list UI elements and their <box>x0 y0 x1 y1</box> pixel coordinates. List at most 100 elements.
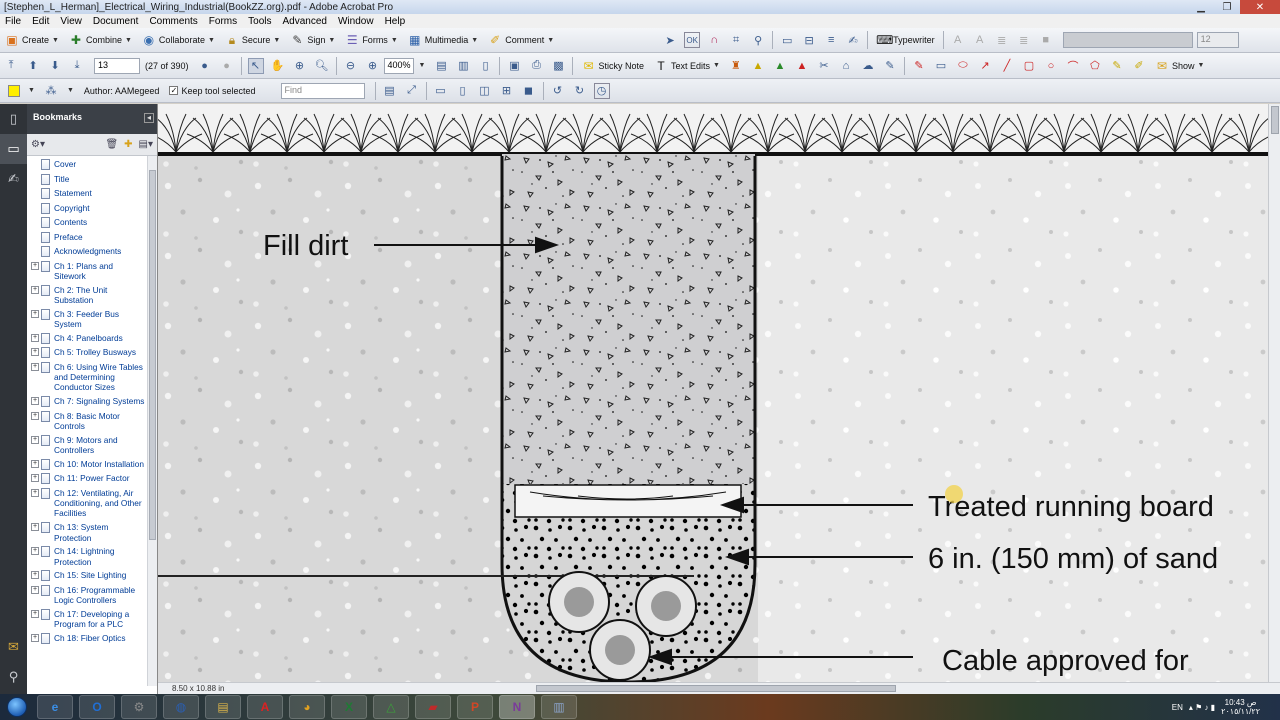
bookmarks-icon[interactable]: ▭ <box>0 134 27 164</box>
zoom-in-icon[interactable]: ⊕ <box>365 58 381 74</box>
menu-forms[interactable]: Forms <box>204 16 243 27</box>
scan-icon[interactable]: ▩ <box>550 58 566 74</box>
bookmark-item[interactable]: + Ch 15: Site Lighting <box>27 569 146 582</box>
menu-advanced[interactable]: Advanced <box>278 16 333 27</box>
signatures-icon[interactable]: ✍ <box>0 164 27 194</box>
bookmark-item[interactable]: Cover <box>27 158 146 171</box>
bookmark-item[interactable]: Copyright <box>27 202 146 215</box>
options-gear-icon[interactable]: ⚙▾ <box>31 139 45 150</box>
typewriter-button[interactable]: ⌨ Typewriter <box>871 30 940 50</box>
bookmark-item[interactable]: + Ch 12: Ventilating, Air Conditioning, a… <box>27 487 146 520</box>
bookmark-item[interactable]: + Ch 11: Power Factor <box>27 472 146 485</box>
layout-icon-6[interactable]: ⊞ <box>499 83 515 99</box>
underline-icon[interactable]: ▲ <box>772 58 788 74</box>
layout-icon-4[interactable]: ▯ <box>455 83 471 99</box>
taskbar-app-reader-icon[interactable]: ▰ <box>415 695 451 719</box>
bookmark-item[interactable]: Title <box>27 173 146 186</box>
minimize-button[interactable]: ▁ <box>1188 0 1214 14</box>
taskbar-app-powerpoint-icon[interactable]: P <box>457 695 493 719</box>
expand-icon[interactable]: + <box>31 333 39 342</box>
zoom-dropdown-icon[interactable]: ▼ <box>414 56 431 76</box>
color-dropdown-icon[interactable]: ▼ <box>23 81 40 101</box>
expand-icon[interactable]: + <box>31 571 39 580</box>
select-arrow-icon[interactable]: ↖ <box>247 57 264 74</box>
rotate-left-icon[interactable]: ↺ <box>550 83 566 99</box>
bookmark-item[interactable]: + Ch 2: The Unit Substation <box>27 284 146 307</box>
bookmark-item[interactable]: Contents <box>27 216 146 229</box>
show-button[interactable]: ✉ Show ▼ <box>1150 56 1209 76</box>
expand-icon[interactable]: + <box>31 261 39 270</box>
arrow-tool-icon[interactable]: ↗ <box>977 58 993 74</box>
expand-icon[interactable]: + <box>31 411 39 420</box>
comment-button[interactable]: ✐ Comment ▼ <box>483 30 559 50</box>
secure-button[interactable]: 🔒︎ Secure ▼ <box>220 30 285 50</box>
taskbar-app-onenote-icon[interactable]: N <box>499 695 535 719</box>
pencil2-icon[interactable]: ✎ <box>1109 58 1125 74</box>
taskbar-app-triangle-icon[interactable]: △ <box>373 695 409 719</box>
bookmark-item[interactable]: + Ch 17: Developing a Program for a PLC <box>27 608 146 631</box>
expand-icon[interactable]: + <box>31 362 39 371</box>
expand-icon[interactable]: + <box>31 585 39 594</box>
taskbar-app-ie-icon[interactable]: e <box>37 695 73 719</box>
sign-button[interactable]: ✎ Sign ▼ <box>285 30 340 50</box>
bookmark-item[interactable]: + Ch 9: Motors and Controllers <box>27 434 146 457</box>
polyline-tool-icon[interactable]: ⌒ <box>1065 58 1081 74</box>
vertical-scrollbar[interactable] <box>1268 104 1280 682</box>
collapse-panel-icon[interactable]: ◂ <box>144 113 154 123</box>
font-name-field[interactable] <box>1062 32 1193 48</box>
opacity-icon[interactable]: ⁂ <box>43 83 59 99</box>
bookmark-item[interactable]: + Ch 1: Plans and Sitework <box>27 260 146 283</box>
bookmark-item[interactable]: + Ch 13: System Protection <box>27 521 146 544</box>
keep-tool-checkbox[interactable]: ✓ Keep tool selected <box>164 81 260 101</box>
line-tool-icon[interactable]: ╱ <box>999 58 1015 74</box>
bookmark-item[interactable]: + Ch 16: Programmable Logic Controllers <box>27 584 146 607</box>
layout-icon-5[interactable]: ◫ <box>477 83 493 99</box>
taskbar-app-acrobat-icon[interactable]: A <box>247 695 283 719</box>
expand-icon[interactable]: + <box>31 309 39 318</box>
menu-window[interactable]: Window <box>333 16 380 27</box>
taskbar-app-chrome-icon[interactable]: ◕ <box>289 695 325 719</box>
prev-page-icon[interactable]: ⬆ <box>25 58 41 74</box>
pages-icon[interactable]: ▯ <box>0 104 27 134</box>
expand-icon[interactable]: + <box>31 523 39 532</box>
bookmark-item[interactable]: + Ch 5: Trolley Busways <box>27 346 146 359</box>
maximize-button[interactable]: ❐ <box>1214 0 1240 14</box>
layout-icon-7[interactable]: ◼ <box>521 83 537 99</box>
clock[interactable]: 10:43 ص ٢٠١٥/١١/٢٢ <box>1221 698 1260 716</box>
menu-tools[interactable]: Tools <box>243 16 277 27</box>
expand-bookmark-icon[interactable]: ▤▾ <box>139 139 153 150</box>
document-view[interactable]: Fill dirt Treated running board 6 in. (1… <box>158 104 1268 682</box>
polygon-tool-icon[interactable]: ⬠ <box>1087 58 1103 74</box>
horizontal-scrollbar[interactable]: 8.50 x 10.88 in <box>158 682 1280 694</box>
taskbar-app-excel-icon[interactable]: X <box>331 695 367 719</box>
bookmark-item[interactable]: + Ch 14: Lightning Protection <box>27 545 146 568</box>
attach-icon[interactable]: ⚲ <box>750 32 766 48</box>
expand-icon[interactable]: + <box>31 397 39 406</box>
expand-icon[interactable]: + <box>31 435 39 444</box>
multimedia-button[interactable]: ▦ Multimedia ▼ <box>403 30 483 50</box>
textfield-icon[interactable]: ▭ <box>779 32 795 48</box>
strikeout-icon[interactable]: ▲ <box>794 58 810 74</box>
rotate-right-icon[interactable]: ↻ <box>572 83 588 99</box>
create-button[interactable]: ▣ Create ▼ <box>0 30 64 50</box>
list-icon[interactable]: ≡ <box>823 32 839 48</box>
eraser-icon[interactable]: ✐ <box>1131 58 1147 74</box>
collaborate-button[interactable]: ◉ Collaborate ▼ <box>137 30 220 50</box>
oval-icon[interactable]: ⬭ <box>955 58 971 74</box>
menu-file[interactable]: File <box>0 16 27 27</box>
taskbar-app-tool-icon[interactable]: ⚙ <box>121 695 157 719</box>
attach-file-icon[interactable]: ✎ <box>882 58 898 74</box>
ok-icon[interactable]: OK <box>684 32 701 48</box>
expand-icon[interactable]: + <box>31 610 39 619</box>
zoom-out-icon[interactable]: ⊖ <box>343 58 359 74</box>
taskbar-app-notepad-icon[interactable]: ▥ <box>541 695 577 719</box>
stamp-icon[interactable]: ♜ <box>728 58 744 74</box>
layout-icon-2[interactable]: ⤢ <box>404 83 420 99</box>
bookmark-item[interactable]: Preface <box>27 231 146 244</box>
pencil-icon[interactable]: ✎ <box>911 58 927 74</box>
bookmark-item[interactable]: + Ch 3: Feeder Bus System <box>27 308 146 331</box>
menu-edit[interactable]: Edit <box>27 16 55 27</box>
combine-button[interactable]: ✚ Combine ▼ <box>64 30 137 50</box>
color-swatch-icon[interactable] <box>8 84 20 97</box>
edit-form-icon[interactable]: ✍ <box>845 32 861 48</box>
